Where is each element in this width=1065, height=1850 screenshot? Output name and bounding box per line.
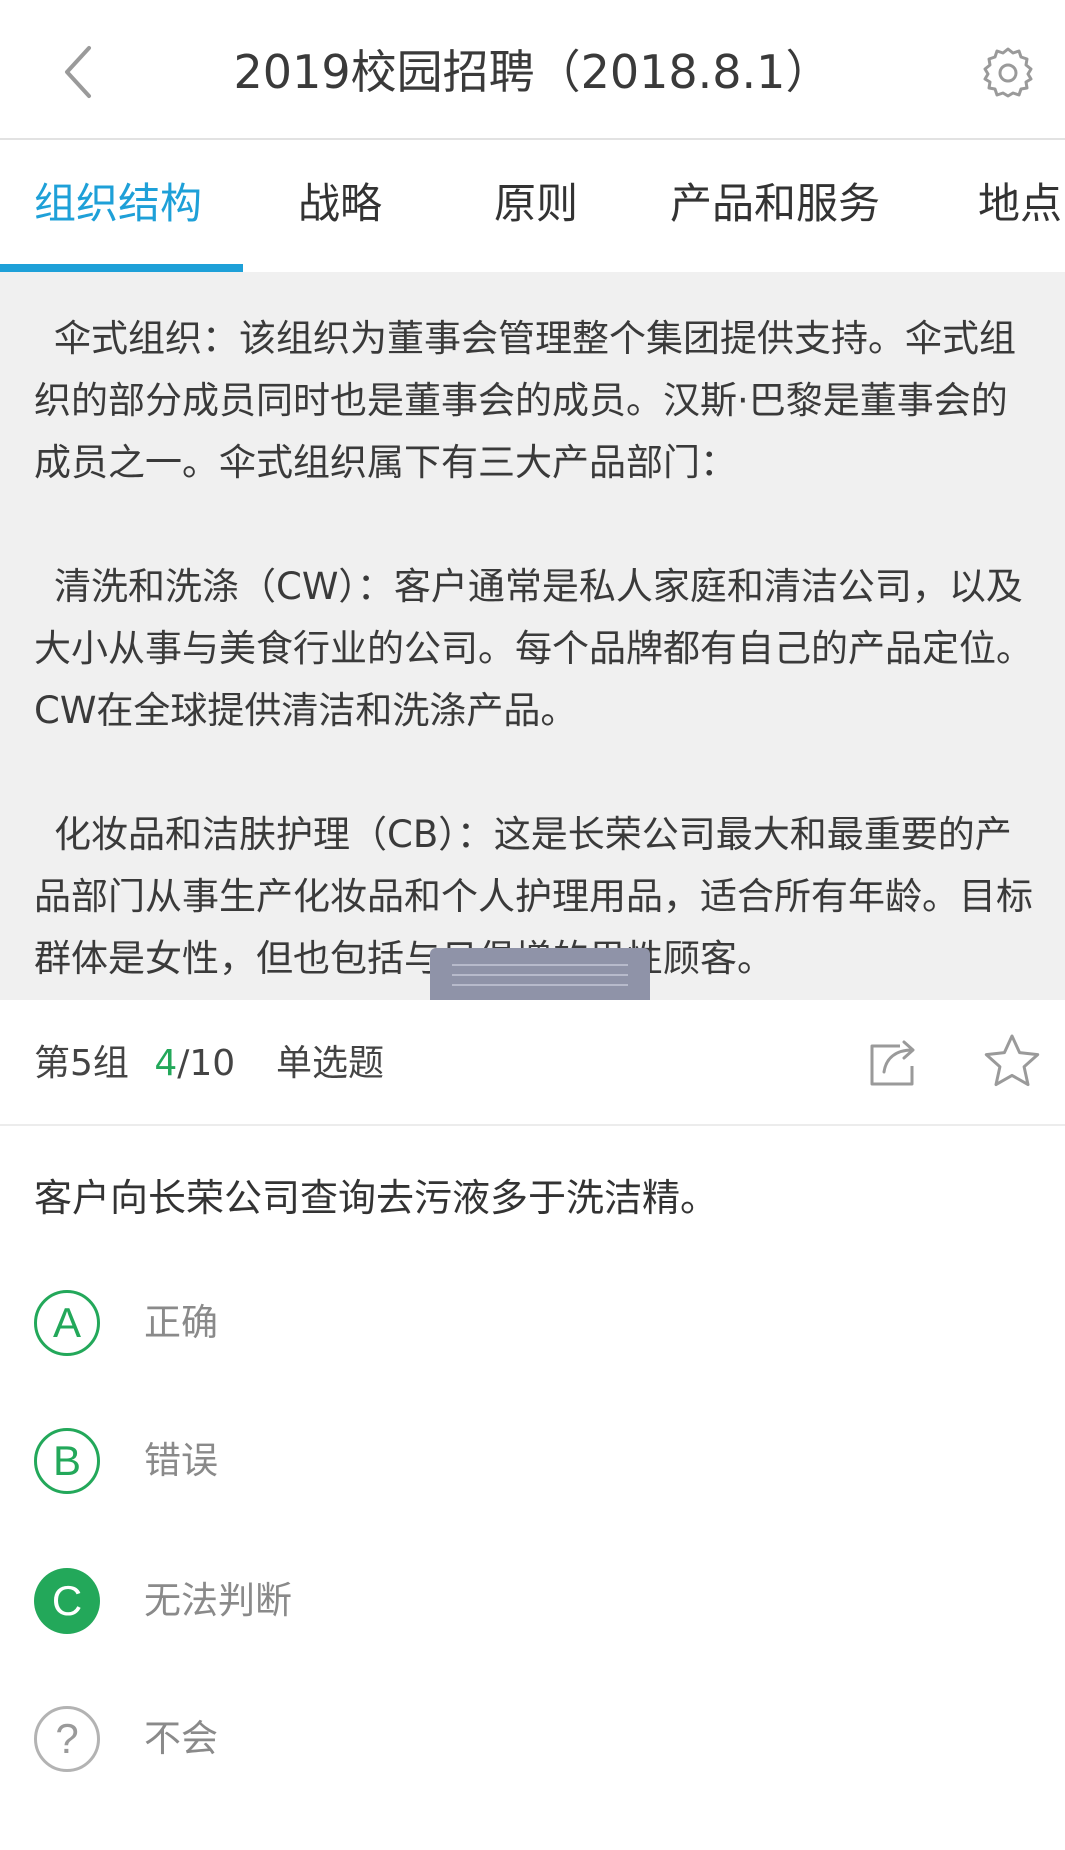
section-tabs: 组织结构 战略 原则 产品和服务 地点 — [0, 140, 1065, 272]
tab-organization[interactable]: 组织结构 — [34, 140, 202, 272]
active-tab-indicator — [0, 264, 243, 272]
reading-passage[interactable]: 伞式组织：该组织为董事会管理整个集团提供支持。伞式组织的部分成员同时也是董事会的… — [0, 272, 1065, 1000]
passage-paragraph: 清洗和洗涤（CW）：客户通常是私人家庭和清洁公司，以及大小从事与美食行业的公司。… — [34, 565, 1033, 732]
option-letter-badge: B — [34, 1428, 100, 1494]
passage-paragraph: 伞式组织：该组织为董事会管理整个集团提供支持。伞式组织的部分成员同时也是董事会的… — [34, 317, 1016, 484]
chevron-left-icon — [65, 46, 91, 98]
option-label: 正确 — [144, 1301, 218, 1344]
favorite-button[interactable] — [980, 1030, 1044, 1094]
question-info-bar: 第5组 4/10 单选题 — [0, 1000, 1065, 1126]
question-progress: 第5组 4/10 — [34, 1034, 235, 1094]
star-icon — [984, 1034, 1040, 1087]
group-label: 第5组 — [34, 1043, 129, 1084]
question-mark-icon: ? — [34, 1706, 100, 1772]
gear-icon — [983, 47, 1033, 98]
option-letter-badge-selected: C — [34, 1568, 100, 1634]
top-bar: 2019校园招聘（2018.8.1） — [0, 0, 1065, 140]
option-letter-badge: A — [34, 1290, 100, 1356]
page-title: 2019校园招聘（2018.8.1） — [233, 45, 832, 99]
option-a[interactable]: A 正确 — [0, 1272, 1065, 1382]
option-b[interactable]: B 错误 — [0, 1410, 1065, 1520]
share-button[interactable] — [864, 1032, 924, 1092]
option-label: 无法判断 — [144, 1579, 292, 1622]
settings-button[interactable] — [976, 40, 1040, 104]
tab-principles[interactable]: 原则 — [494, 140, 578, 272]
tab-strategy[interactable]: 战略 — [298, 140, 382, 272]
option-label: 错误 — [144, 1439, 218, 1482]
panel-resize-handle[interactable] — [430, 948, 650, 1000]
option-unknown[interactable]: ? 不会 — [0, 1688, 1065, 1798]
total-questions: /10 — [177, 1043, 236, 1084]
tab-products-services[interactable]: 产品和服务 — [670, 140, 880, 272]
option-c[interactable]: C 无法判断 — [0, 1550, 1065, 1660]
option-label: 不会 — [144, 1717, 218, 1760]
question-type: 单选题 — [276, 1043, 385, 1084]
current-question-number: 4 — [154, 1043, 178, 1084]
share-icon — [870, 1040, 915, 1086]
back-button[interactable] — [48, 40, 108, 104]
tab-locations[interactable]: 地点 — [978, 140, 1062, 272]
question-text: 客户向长荣公司查询去污液多于洗洁精。 — [34, 1176, 719, 1220]
